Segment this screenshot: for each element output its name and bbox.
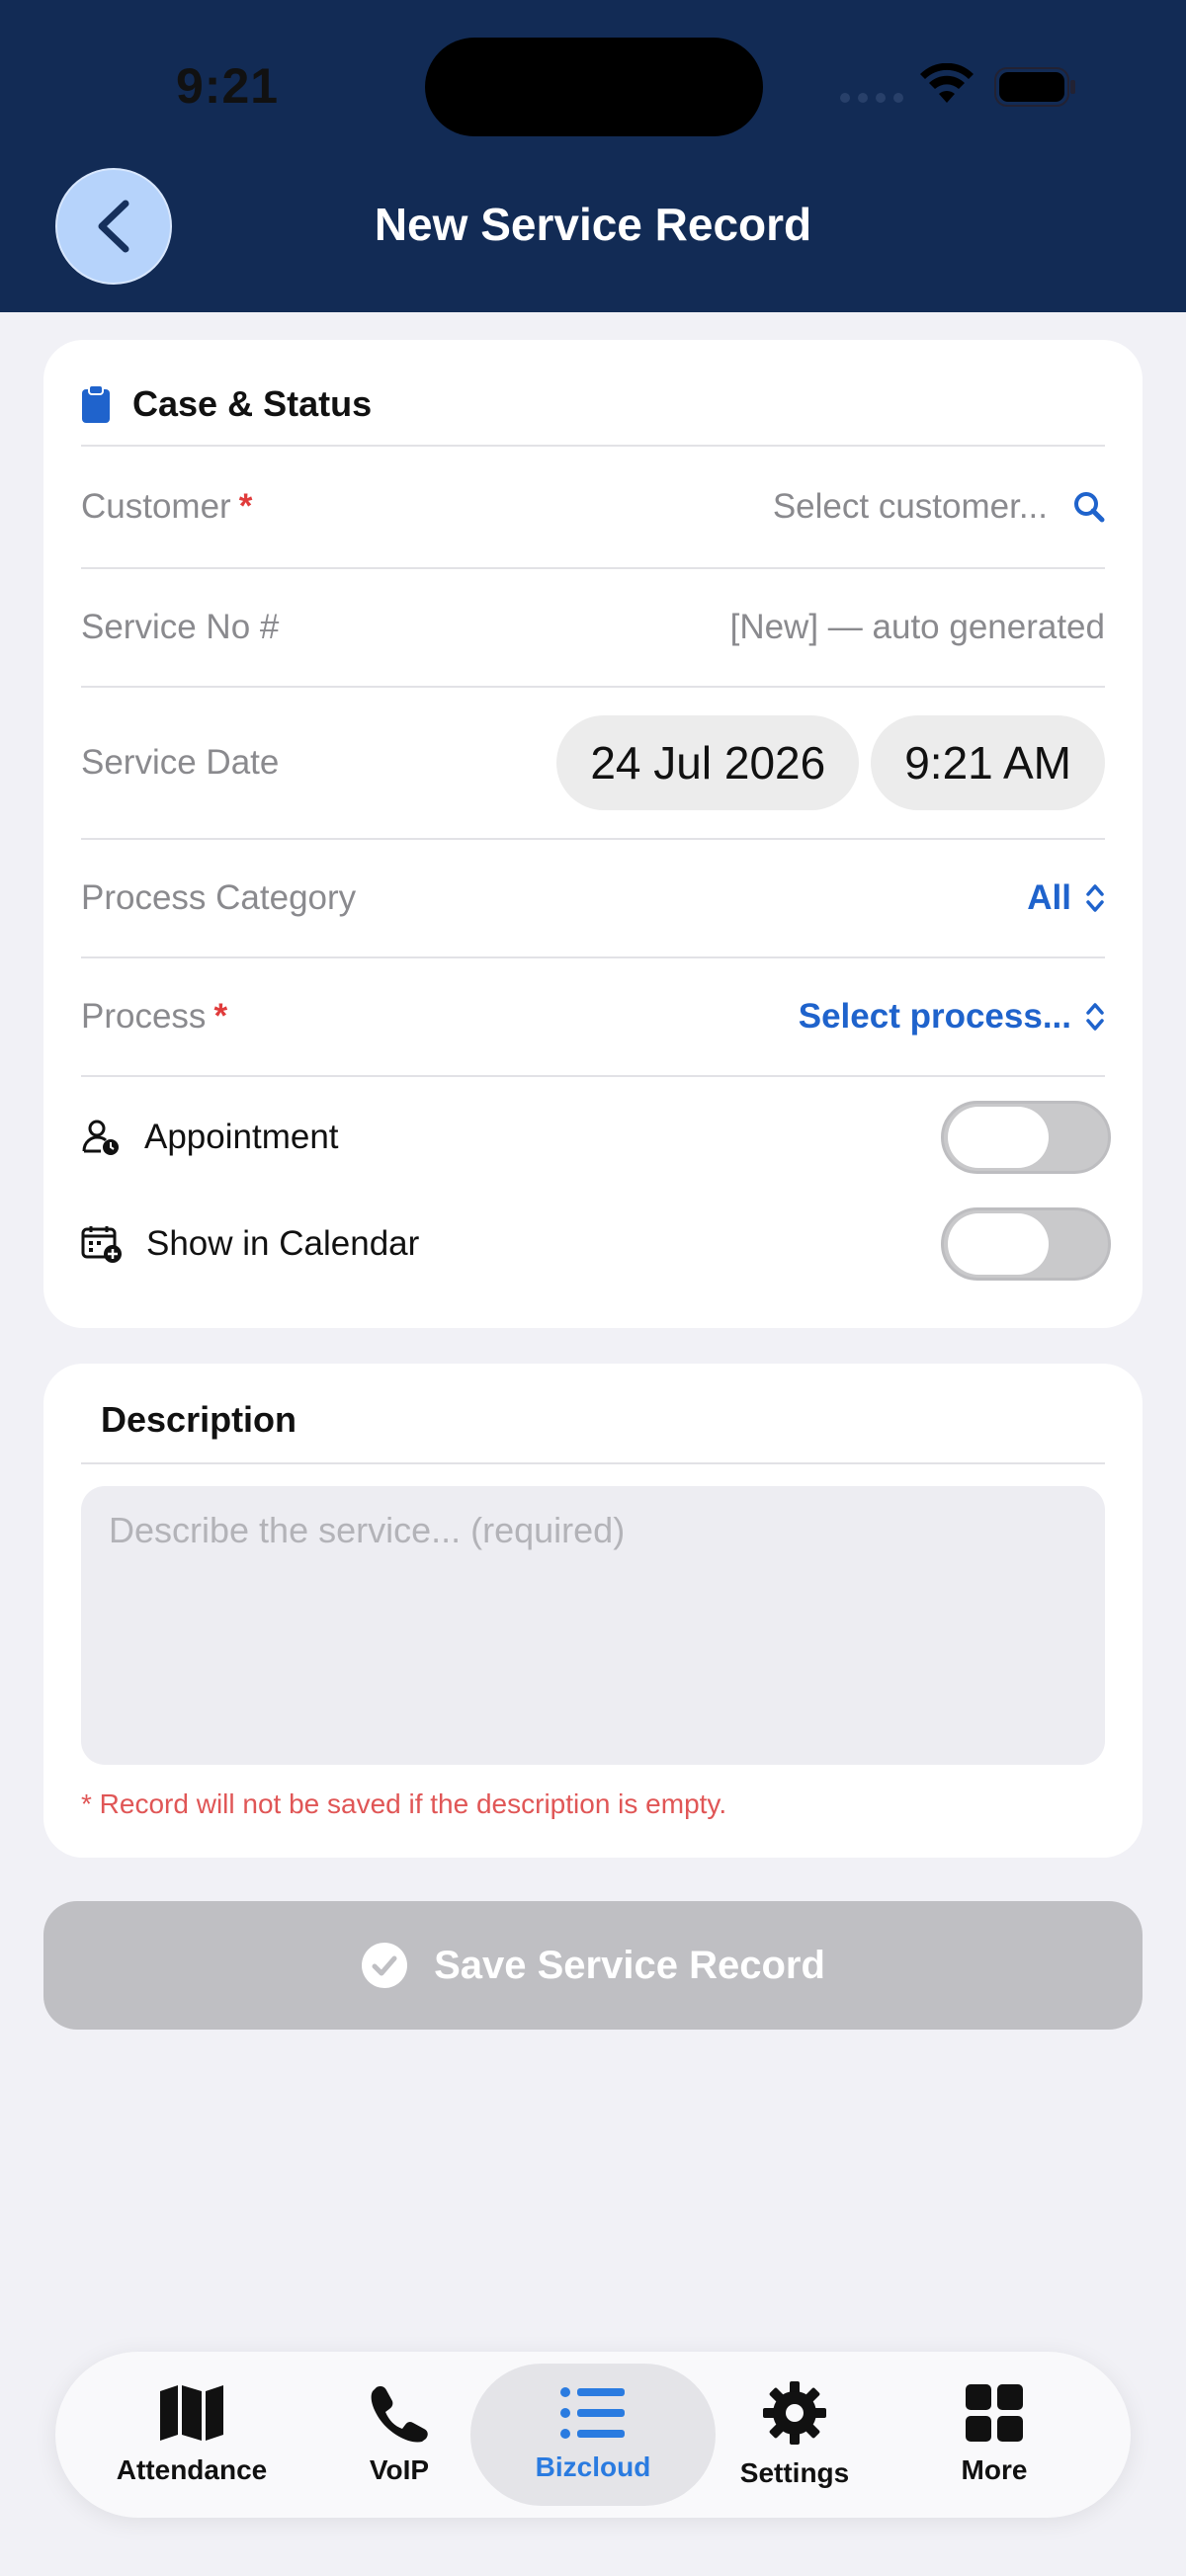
battery-icon <box>994 67 1075 107</box>
process-label: Process * <box>81 997 228 1036</box>
service-no-row: Service No # [New] — auto generated <box>81 569 1105 686</box>
divider <box>81 1462 1105 1464</box>
case-status-title: Case & Status <box>132 383 373 424</box>
app-header: 9:21 New Service Record <box>0 0 1186 312</box>
save-service-record-button[interactable]: Save Service Record <box>43 1901 1143 2030</box>
search-icon[interactable] <box>1073 491 1105 523</box>
bottom-tab-bar: Attendance VoIP Bizcloud Settings More <box>55 2352 1131 2518</box>
show-in-calendar-toggle[interactable] <box>941 1207 1111 1281</box>
case-status-card: Case & Status Customer * Select customer.… <box>43 340 1143 1328</box>
gear-icon <box>763 2381 826 2445</box>
dynamic-island <box>425 38 763 136</box>
tab-label: VoIP <box>369 2454 430 2485</box>
customer-value[interactable]: Select customer... <box>773 487 1105 527</box>
checkmark-circle-icon <box>362 1943 408 1988</box>
required-marker: * <box>238 487 253 526</box>
appointment-toggle[interactable] <box>941 1101 1111 1174</box>
divider <box>81 1075 1105 1077</box>
phone-icon <box>371 2386 428 2443</box>
description-title: Description <box>101 1399 297 1440</box>
process-value: Select process... <box>798 997 1071 1036</box>
appointment-label-group: Appointment <box>81 1118 339 1157</box>
time-picker[interactable]: 9:21 AM <box>871 715 1105 810</box>
service-date-label: Service Date <box>81 743 280 782</box>
description-warning: * Record will not be saved if the descri… <box>81 1788 727 1819</box>
grid-icon <box>966 2384 1023 2442</box>
tab-label: Bizcloud <box>535 2451 651 2482</box>
status-time: 9:21 <box>176 58 280 114</box>
tab-label: Attendance <box>116 2454 268 2485</box>
customer-row[interactable]: Customer * Select customer... <box>81 447 1105 567</box>
date-picker[interactable]: 24 Jul 2026 <box>556 715 860 810</box>
customer-placeholder: Select customer... <box>772 487 1048 526</box>
customer-label: Customer * <box>81 487 253 526</box>
calendar-add-icon <box>81 1226 122 1263</box>
cellular-signal-icon <box>840 93 903 103</box>
wifi-icon <box>920 63 974 103</box>
list-icon <box>560 2387 625 2439</box>
process-row[interactable]: Process * Select process... <box>81 958 1105 1075</box>
calendar-label-group: Show in Calendar <box>81 1224 419 1264</box>
clipboard-icon <box>82 384 110 423</box>
process-select[interactable]: Select process... <box>799 997 1105 1037</box>
show-in-calendar-row: Show in Calendar <box>81 1198 1111 1290</box>
case-status-header: Case & Status <box>81 383 372 425</box>
show-in-calendar-label: Show in Calendar <box>146 1224 420 1263</box>
required-marker: * <box>213 997 228 1036</box>
appointment-label: Appointment <box>144 1118 339 1156</box>
process-category-select[interactable]: All <box>1027 878 1105 918</box>
service-date-row: Service Date 24 Jul 2026 9:21 AM <box>81 688 1105 838</box>
person-clock-icon <box>82 1120 119 1155</box>
description-card: Description * Record will not be saved i… <box>43 1364 1143 1858</box>
description-input[interactable] <box>81 1486 1105 1765</box>
map-icon <box>160 2385 223 2441</box>
tab-label: More <box>961 2454 1028 2485</box>
process-category-label: Process Category <box>81 878 357 917</box>
process-category-row[interactable]: Process Category All <box>81 840 1105 956</box>
page-title: New Service Record <box>374 199 812 250</box>
appointment-row: Appointment <box>81 1091 1111 1184</box>
save-button-label: Save Service Record <box>434 1943 825 1987</box>
service-no-value: [New] — auto generated <box>729 608 1105 646</box>
process-category-value: All <box>1027 878 1071 917</box>
tab-more[interactable]: More <box>872 2364 1117 2506</box>
tab-label: Settings <box>739 2457 850 2488</box>
chevron-up-down-icon <box>1086 884 1104 912</box>
service-no-label: Service No # <box>81 608 280 646</box>
chevron-up-down-icon <box>1086 1003 1104 1031</box>
